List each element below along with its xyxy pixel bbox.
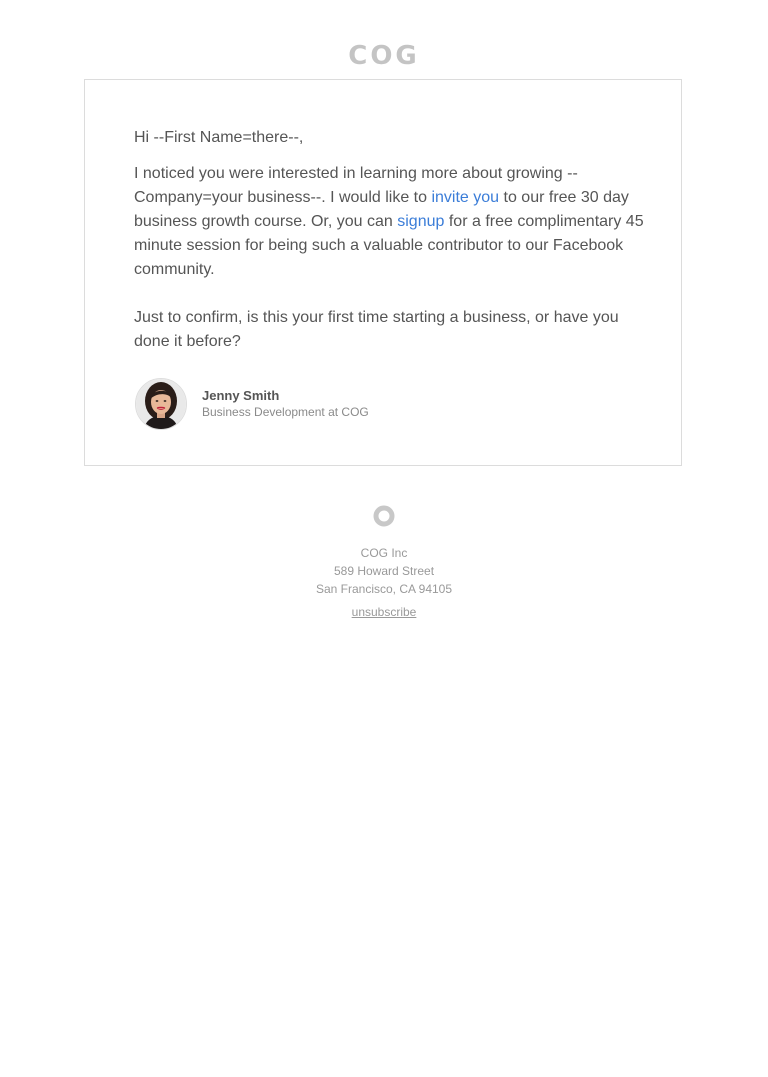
email-card: Hi --First Name=there--, I noticed you w…: [84, 79, 682, 466]
footer-address: COG Inc 589 Howard Street San Francisco,…: [0, 544, 768, 598]
signup-link[interactable]: signup: [397, 213, 444, 230]
footer-city: San Francisco, CA 94105: [315, 582, 453, 596]
invite-you-link[interactable]: invite you: [431, 189, 499, 206]
signature-text: Jenny Smith Business Development at COG: [202, 387, 369, 421]
body-paragraph-2: Just to confirm, is this your first time…: [134, 309, 619, 350]
signature-role: Business Development at COG: [202, 405, 369, 419]
unsubscribe-link[interactable]: unsubscribe: [352, 605, 417, 619]
footer: COG Inc 589 Howard Street San Francisco,…: [0, 505, 768, 621]
signature-name: Jenny Smith: [202, 388, 280, 403]
footer-street: 589 Howard Street: [333, 564, 435, 578]
greeting: Hi --First Name=there--,: [134, 129, 304, 146]
body-paragraph-1: I noticed you were interested in learnin…: [134, 162, 644, 282]
signature-block: Jenny Smith Business Development at COG: [135, 378, 369, 430]
ring-logo-icon: [373, 505, 395, 527]
avatar-photo: [136, 379, 186, 429]
footer-company: COG Inc: [360, 546, 408, 560]
avatar: [135, 378, 187, 430]
cog-logo: COG: [348, 41, 420, 71]
header: COG: [0, 43, 768, 69]
